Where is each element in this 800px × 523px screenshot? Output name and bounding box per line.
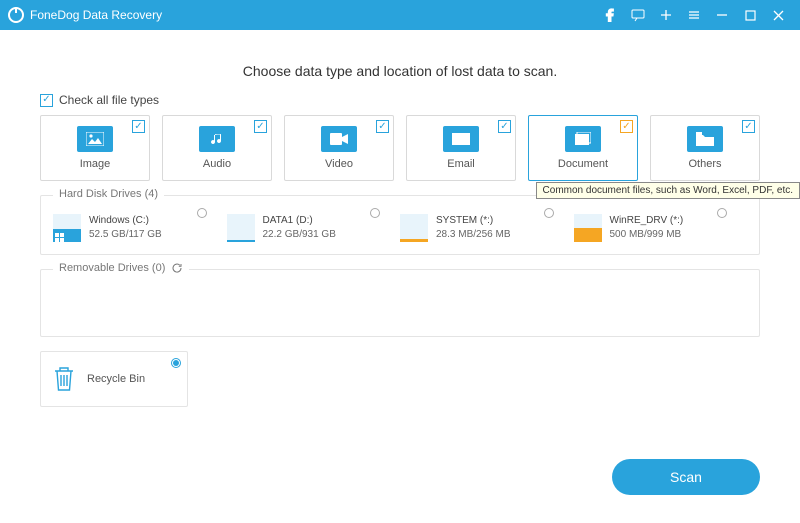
drive-name: SYSTEM (*:) <box>436 214 510 228</box>
type-label-image: Image <box>80 158 111 170</box>
type-label-document: Document <box>558 158 608 170</box>
drive-usage-icon <box>574 214 602 242</box>
removable-section: Removable Drives (0) <box>40 269 760 337</box>
feedback-button[interactable] <box>624 0 652 30</box>
type-label-video: Video <box>325 158 353 170</box>
recycle-bin-icon <box>51 364 77 394</box>
removable-body <box>53 282 747 324</box>
check-all-checkbox[interactable] <box>40 94 53 107</box>
type-check-email[interactable] <box>498 120 511 133</box>
drive-usage-text: 52.5 GB/117 GB <box>89 228 162 242</box>
type-card-email[interactable]: Email <box>406 115 516 181</box>
drive-usage-icon <box>400 214 428 242</box>
type-check-image[interactable] <box>132 120 145 133</box>
drive-radio[interactable] <box>370 208 380 218</box>
share-facebook-button[interactable] <box>596 0 624 30</box>
menu-button[interactable] <box>680 0 708 30</box>
type-card-video[interactable]: Video <box>284 115 394 181</box>
type-card-document[interactable]: Document <box>528 115 638 181</box>
drive-item[interactable]: WinRE_DRV (*:)500 MB/999 MB <box>574 208 748 242</box>
image-icon <box>77 126 113 152</box>
recycle-bin-card[interactable]: Recycle Bin <box>40 351 188 407</box>
drive-usage-icon <box>227 214 255 242</box>
type-card-image[interactable]: Image <box>40 115 150 181</box>
type-label-email: Email <box>447 158 475 170</box>
add-button[interactable] <box>652 0 680 30</box>
hdd-section: Hard Disk Drives (4) Windows (C:)52.5 GB… <box>40 195 760 255</box>
document-icon <box>565 126 601 152</box>
recycle-radio[interactable] <box>171 358 181 368</box>
others-icon <box>687 126 723 152</box>
hdd-legend: Hard Disk Drives (4) <box>53 188 164 200</box>
minimize-button[interactable] <box>708 0 736 30</box>
scan-button[interactable]: Scan <box>612 459 760 495</box>
email-icon <box>443 126 479 152</box>
type-check-video[interactable] <box>376 120 389 133</box>
check-all-row[interactable]: Check all file types <box>40 93 760 107</box>
maximize-button[interactable] <box>736 0 764 30</box>
audio-icon <box>199 126 235 152</box>
drive-item[interactable]: DATA1 (D:)22.2 GB/931 GB <box>227 208 401 242</box>
recycle-label: Recycle Bin <box>87 373 145 385</box>
video-icon <box>321 126 357 152</box>
drive-item[interactable]: SYSTEM (*:)28.3 MB/256 MB <box>400 208 574 242</box>
drive-name: WinRE_DRV (*:) <box>610 214 684 228</box>
drive-radio[interactable] <box>717 208 727 218</box>
drive-radio[interactable] <box>544 208 554 218</box>
type-check-document[interactable] <box>620 120 633 133</box>
drive-item[interactable]: Windows (C:)52.5 GB/117 GB <box>53 208 227 242</box>
type-card-others[interactable]: Others <box>650 115 760 181</box>
type-label-others: Others <box>688 158 721 170</box>
drive-usage-icon <box>53 214 81 242</box>
type-check-audio[interactable] <box>254 120 267 133</box>
brand: FoneDog Data Recovery <box>8 7 162 23</box>
app-title: FoneDog Data Recovery <box>30 8 162 22</box>
refresh-icon[interactable] <box>171 262 183 274</box>
type-check-others[interactable] <box>742 120 755 133</box>
drive-name: Windows (C:) <box>89 214 162 228</box>
drive-usage-text: 22.2 GB/931 GB <box>263 228 336 242</box>
titlebar: FoneDog Data Recovery <box>0 0 800 30</box>
type-label-audio: Audio <box>203 158 231 170</box>
check-all-label: Check all file types <box>59 93 159 107</box>
drive-radio[interactable] <box>197 208 207 218</box>
close-button[interactable] <box>764 0 792 30</box>
app-logo-icon <box>8 7 24 23</box>
drive-name: DATA1 (D:) <box>263 214 336 228</box>
document-tooltip: Common document files, such as Word, Exc… <box>536 182 800 199</box>
removable-legend: Removable Drives (0) <box>53 262 189 274</box>
page-headline: Choose data type and location of lost da… <box>40 63 760 79</box>
type-card-audio[interactable]: Audio <box>162 115 272 181</box>
file-type-row: Image Audio Video Email Document Others <box>40 115 760 181</box>
drive-usage-text: 500 MB/999 MB <box>610 228 684 242</box>
drive-usage-text: 28.3 MB/256 MB <box>436 228 510 242</box>
